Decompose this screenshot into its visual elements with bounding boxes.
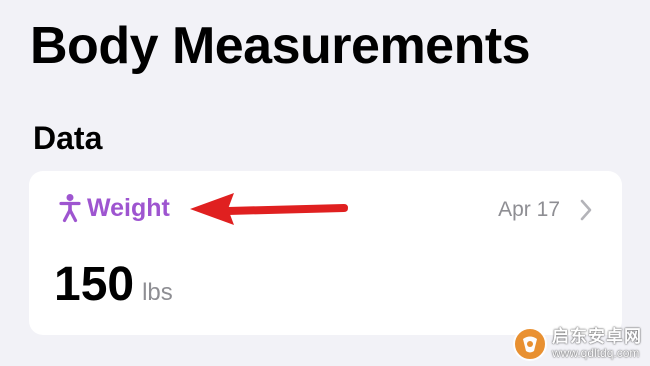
watermark: 启东安卓网 www.qdltdq.com <box>512 326 642 362</box>
card-value-row: 150 lbs <box>54 257 173 313</box>
weight-card[interactable]: Weight Apr 17 150 lbs <box>29 171 622 335</box>
weight-unit: lbs <box>142 279 173 306</box>
card-date: Apr 17 <box>498 198 560 221</box>
chevron-right-icon <box>580 199 592 221</box>
watermark-title: 启东安卓网 <box>552 327 642 347</box>
weight-value: 150 <box>54 258 135 311</box>
watermark-url: www.qdltdq.com <box>552 346 640 360</box>
watermark-logo-icon <box>513 327 547 361</box>
card-header: Weight <box>58 193 170 223</box>
card-label-weight: Weight <box>87 194 170 222</box>
page-title: Body Measurements <box>30 17 531 75</box>
figure-standing-icon <box>59 194 81 223</box>
watermark-text: 启东安卓网 www.qdltdq.com <box>552 328 642 360</box>
section-title-data: Data <box>33 120 103 156</box>
